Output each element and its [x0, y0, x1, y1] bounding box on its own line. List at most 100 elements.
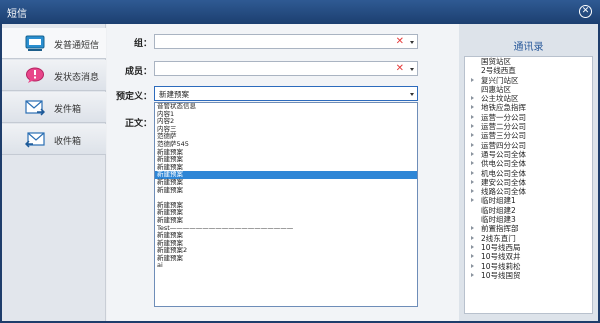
dropdown-option[interactable]: 内容2: [155, 118, 417, 126]
contact-group-label: 四惠站区: [481, 84, 511, 94]
expand-arrow-icon[interactable]: [471, 96, 474, 101]
sidebar-item-outbox[interactable]: 发件箱: [2, 92, 106, 123]
dropdown-option[interactable]: ai: [155, 262, 417, 270]
expand-arrow-icon[interactable]: [471, 142, 474, 147]
contact-group-item[interactable]: 复兴门站区: [465, 76, 592, 85]
preset-value: 新建预案: [159, 90, 189, 99]
group-label: 组：: [133, 39, 152, 49]
chevron-down-icon[interactable]: [410, 41, 414, 44]
dropdown-option[interactable]: 新建预案: [155, 156, 417, 164]
contact-group-label: 国贸站区: [481, 57, 511, 66]
contact-group-label: 运营一分公司: [481, 112, 526, 122]
contact-group-item[interactable]: 运营一分公司: [465, 113, 592, 122]
expand-arrow-icon[interactable]: [471, 133, 474, 138]
contact-group-label: 前置指挥部: [481, 224, 519, 234]
expand-arrow-icon[interactable]: [471, 124, 474, 129]
contact-group-item[interactable]: 地铁应急指挥: [465, 103, 592, 112]
sidebar-item-send-status[interactable]: 发状态消息: [2, 60, 106, 91]
contact-group-item[interactable]: 10号线莉松: [465, 262, 592, 271]
contact-group-item[interactable]: 运营二分公司: [465, 122, 592, 131]
expand-arrow-icon[interactable]: [471, 254, 474, 259]
dropdown-option[interactable]: [155, 194, 417, 202]
contact-group-label: 10号线双井: [481, 252, 521, 262]
expand-arrow-icon[interactable]: [471, 151, 474, 156]
preset-select[interactable]: 新建预案: [154, 86, 418, 101]
contact-group-item[interactable]: 四惠站区: [465, 85, 592, 94]
contact-group-item[interactable]: 通号公司全体: [465, 150, 592, 159]
sidebar: 发普通短信 发状态消息 发件箱 收件箱: [2, 24, 106, 321]
preset-dropdown-list[interactable]: 音管状态信息 内容1 内容2 内容三 范德萨 范德萨545 新建预案 新建预案 新建预案 新建预案…: [154, 102, 418, 307]
sidebar-item-label: 收件箱: [54, 137, 82, 147]
dropdown-option[interactable]: 新建预案: [155, 209, 417, 217]
expand-arrow-icon[interactable]: [471, 235, 474, 240]
expand-arrow-icon[interactable]: [471, 77, 474, 82]
contact-group-item[interactable]: 建安公司全体: [465, 178, 592, 187]
group-select[interactable]: ✕: [154, 34, 418, 49]
clear-group-icon[interactable]: ✕: [396, 36, 404, 47]
contact-group-item[interactable]: 机电公司全体: [465, 169, 592, 178]
contact-group-label: 供电公司全体: [481, 159, 526, 169]
contact-group-item[interactable]: 2线东直门: [465, 234, 592, 243]
dropdown-option[interactable]: 范德萨: [155, 133, 417, 141]
contact-group-label: 临时组建3: [481, 215, 516, 225]
dropdown-option[interactable]: 内容三: [155, 125, 417, 134]
contact-group-item[interactable]: 前置指挥部: [465, 224, 592, 233]
expand-arrow-icon[interactable]: [471, 161, 474, 166]
dropdown-option[interactable]: 新建预案: [155, 171, 417, 179]
contact-group-item[interactable]: 运营三分公司: [465, 131, 592, 140]
contact-group-label: 2号线西直: [481, 66, 516, 76]
expand-arrow-icon[interactable]: [471, 170, 474, 175]
contact-group-item[interactable]: 运营四分公司: [465, 141, 592, 150]
contact-group-item[interactable]: 临时组建2: [465, 206, 592, 215]
dropdown-option[interactable]: 新建预案: [155, 163, 417, 172]
expand-arrow-icon[interactable]: [471, 189, 474, 194]
contact-group-item[interactable]: 供电公司全体: [465, 159, 592, 168]
expand-arrow-icon[interactable]: [471, 179, 474, 184]
expand-arrow-icon[interactable]: [471, 263, 474, 268]
dropdown-option[interactable]: 新建预案: [155, 201, 417, 210]
contact-group-label: 临时组建1: [481, 196, 516, 206]
contact-group-item[interactable]: 10号线双井: [465, 252, 592, 261]
dropdown-option[interactable]: 新建预案: [155, 239, 417, 248]
preset-label: 预定义：: [115, 92, 152, 102]
dropdown-option[interactable]: 新建预案: [155, 148, 417, 157]
contact-group-item[interactable]: 10号线西局: [465, 243, 592, 252]
dropdown-option[interactable]: 新建预案: [155, 186, 417, 195]
dropdown-option[interactable]: 新建预案: [155, 254, 417, 263]
contact-group-item[interactable]: 2号线西直: [465, 66, 592, 75]
expand-arrow-icon[interactable]: [471, 105, 474, 110]
dropdown-option[interactable]: Test———————————————————: [155, 224, 417, 233]
dropdown-option[interactable]: 新建预案: [155, 231, 417, 240]
contact-group-item[interactable]: 国贸站区: [465, 57, 592, 66]
expand-arrow-icon[interactable]: [471, 244, 474, 249]
contact-group-label: 公主坟站区: [481, 94, 519, 104]
chevron-down-icon[interactable]: [410, 68, 414, 71]
chat-bubble-icon: [25, 35, 45, 51]
outbox-mail-icon: [25, 100, 45, 116]
sidebar-item-label: 发件箱: [54, 105, 82, 115]
window-title: 短信: [7, 9, 27, 20]
contact-group-item[interactable]: 10号线国贸: [465, 271, 592, 280]
window-body: 发普通短信 发状态消息 发件箱 收件箱 组： ✕ 成员： ✕ 预定义： 新建预案…: [2, 24, 598, 321]
dropdown-option[interactable]: 范德萨545: [155, 140, 417, 149]
contact-group-label: 运营四分公司: [481, 140, 526, 150]
sidebar-item-inbox[interactable]: 收件箱: [2, 124, 106, 155]
sidebar-item-send-sms[interactable]: 发普通短信: [2, 28, 106, 59]
member-select[interactable]: ✕: [154, 61, 418, 76]
expand-arrow-icon[interactable]: [471, 114, 474, 119]
dropdown-option[interactable]: 新建预案: [155, 178, 417, 187]
contact-group-item[interactable]: 临时组建3: [465, 215, 592, 224]
dropdown-option[interactable]: 新建预案2: [155, 247, 417, 255]
contact-group-label: 运营二分公司: [481, 122, 526, 132]
expand-arrow-icon[interactable]: [471, 198, 474, 203]
expand-arrow-icon[interactable]: [471, 272, 474, 277]
expand-arrow-icon[interactable]: [471, 226, 474, 231]
dropdown-option[interactable]: 内容1: [155, 110, 417, 119]
contact-group-item[interactable]: 临时组建1: [465, 196, 592, 205]
clear-member-icon[interactable]: ✕: [396, 63, 404, 74]
contacts-tree[interactable]: 国贸站区 2号线西直 复兴门站区 四惠站区 公主坟站区 地铁应急指挥 运营一分公司 运营二分公…: [464, 56, 593, 314]
chevron-down-icon[interactable]: [410, 93, 414, 96]
dropdown-option[interactable]: 音管状态信息: [155, 103, 417, 111]
close-icon[interactable]: ✕: [579, 5, 592, 18]
contact-group-label: 线路公司全体: [481, 187, 526, 197]
